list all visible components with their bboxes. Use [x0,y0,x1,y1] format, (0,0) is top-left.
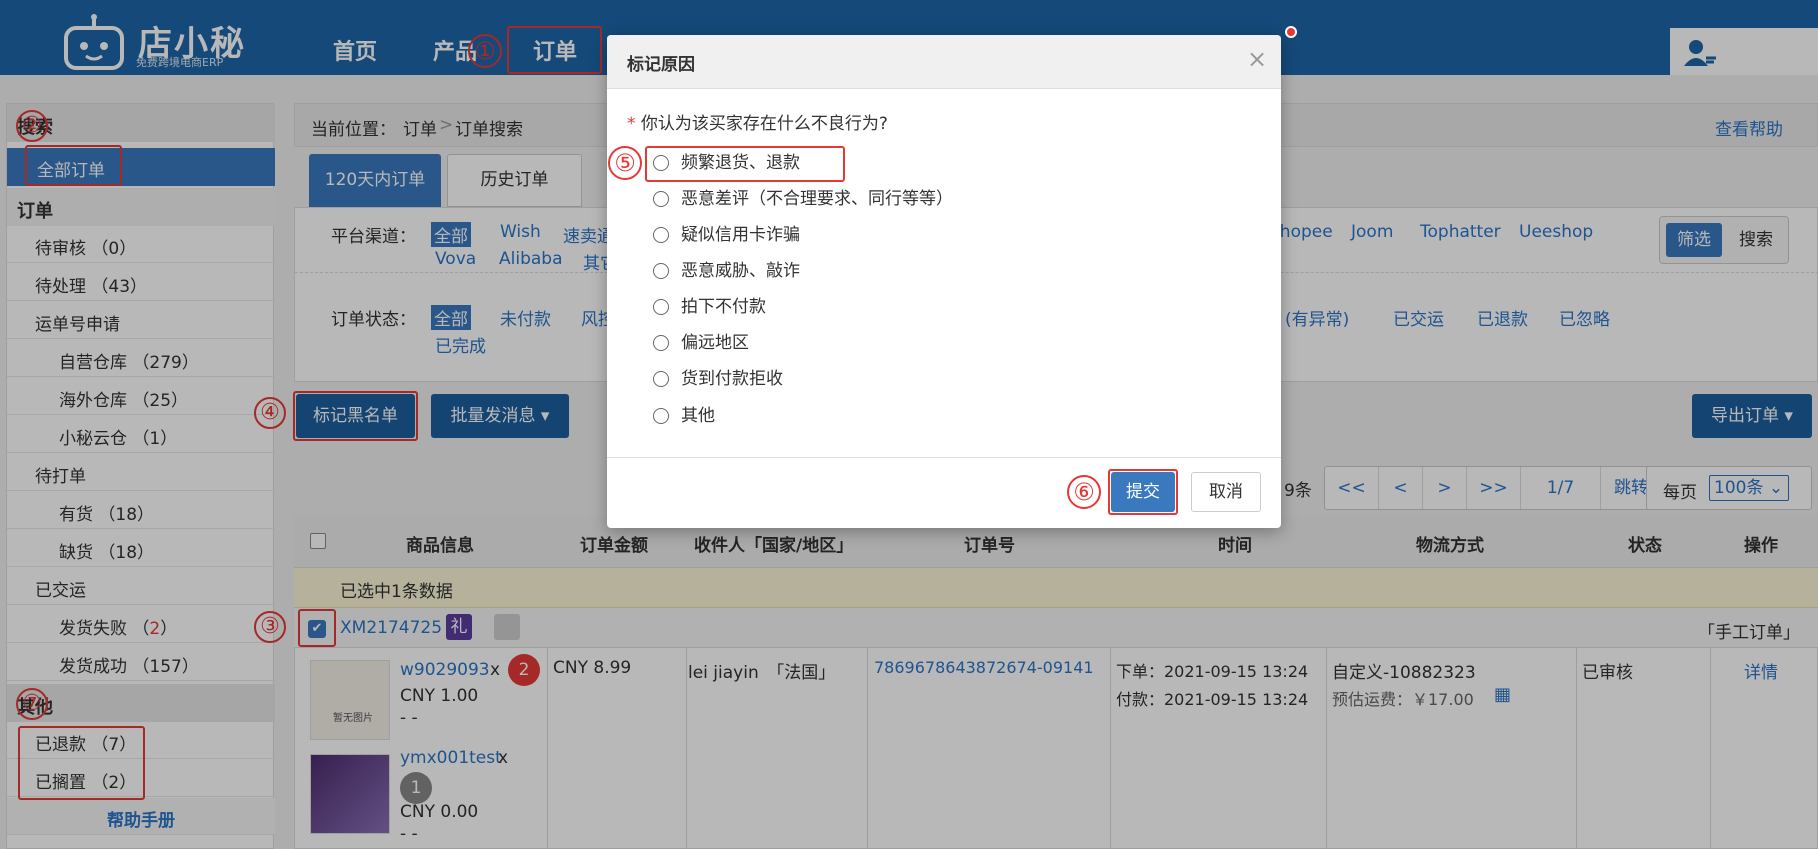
radio-icon[interactable] [653,335,669,351]
mark-reason-modal: 标记原因 × * 你认为该买家存在什么不良行为? 频繁退货、退款 恶意差评（不合… [607,35,1281,528]
modal-header: 标记原因 × [607,35,1281,89]
reason-option-6[interactable]: 偏远地区 [653,328,749,356]
close-icon[interactable]: × [1247,45,1267,73]
modal-question: * 你认为该买家存在什么不良行为? [627,114,888,134]
cancel-button[interactable]: 取消 [1191,472,1261,512]
step-marker-6: ⑥ [1067,475,1101,509]
reason-option-5[interactable]: 拍下不付款 [653,292,766,320]
reason-option-7[interactable]: 货到付款拒收 [653,364,783,392]
radio-icon[interactable] [653,263,669,279]
step-marker-5: ⑤ [608,146,642,180]
radio-icon[interactable] [653,408,669,424]
notification-dot [1285,26,1297,38]
reason-option-2[interactable]: 恶意差评（不合理要求、同行等等） [653,184,953,212]
modal-title: 标记原因 [627,55,695,75]
reason-option-4[interactable]: 恶意威胁、敲诈 [653,256,800,284]
radio-icon[interactable] [653,371,669,387]
reason-option-3[interactable]: 疑似信用卡诈骗 [653,220,800,248]
radio-icon[interactable] [653,227,669,243]
radio-icon[interactable] [653,191,669,207]
highlight-box-option [645,146,845,182]
reason-option-8[interactable]: 其他 [653,401,715,429]
radio-icon[interactable] [653,299,669,315]
highlight-box-submit [1108,469,1178,515]
